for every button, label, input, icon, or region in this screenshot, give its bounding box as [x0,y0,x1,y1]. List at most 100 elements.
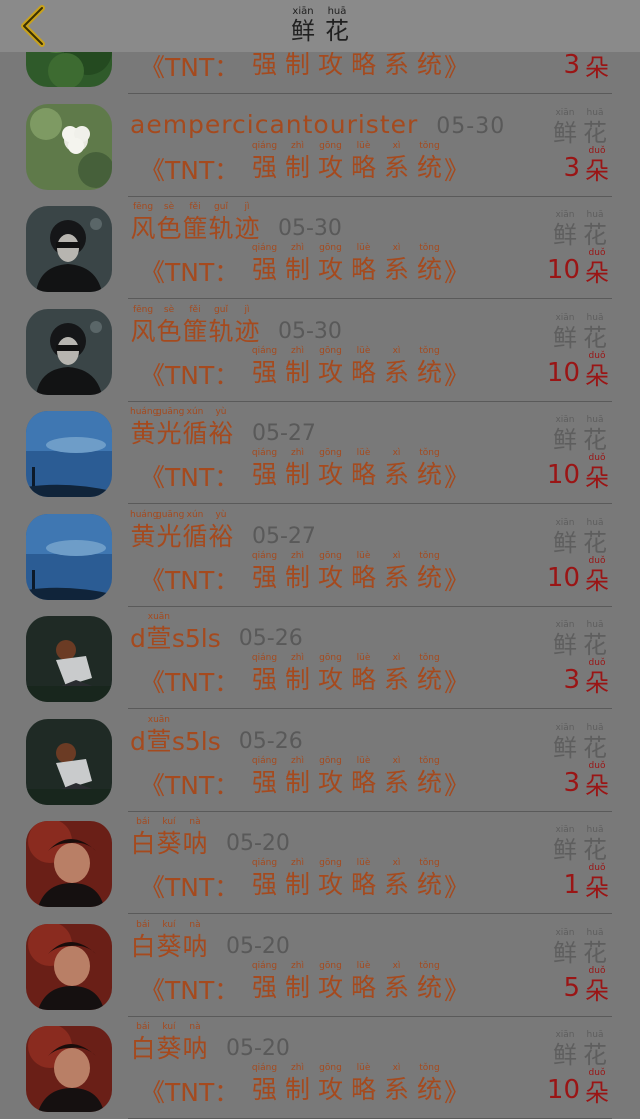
gift-record-row[interactable]: bái 白 kuí 葵 nà 呐 05-20 《TNT： qiáng 强 zhì 制 gōng 攻 lüè 略… [0,1016,640,1119]
gift-type-char: 花 [583,426,607,454]
book-title-pinyin: xì [392,448,401,458]
title-char: 鲜 [291,17,315,45]
gift-quantity-number: 3 [563,665,580,695]
book-title-char: 系 [383,50,409,79]
gift-unit-char: 朵 [585,566,609,595]
book-title-char: 系 [383,357,409,387]
book-title-char: 略 [350,870,376,899]
avatar-sitting-person-icon[interactable] [26,718,112,805]
book-title-pinyin: xì [392,755,401,766]
book-title-pinyin: zhì [291,448,304,458]
gift-type-pinyin: huā [586,927,604,938]
book-title-pinyin: qiáng [251,858,278,868]
sender-name-char: 迹 [234,214,260,243]
book-title-char: 攻 [317,1075,343,1104]
sender-name-pinyin: fēng [132,304,154,315]
gift-record-row[interactable]: fēng 风 sè 色 fěi 篚 guǐ 轨 jì 迹 05-30 《TNT： qiáng 强 zhì 制 g… [0,196,640,299]
sender-name-pinyin: guǐ [214,304,228,315]
gift-unit-char: 朵 [585,874,609,902]
avatar-person-masked-icon[interactable] [26,206,112,292]
header-bar: xiān huā 鲜 花 [0,0,640,52]
book-title-char: 攻 [317,255,343,284]
gift-unit-char: 朵 [585,976,609,1005]
sender-name-char: 葵 [156,1034,182,1063]
book-title-pinyin: xì [392,345,401,356]
sender-name-char: 迹 [234,316,260,346]
gift-record-row[interactable]: aempercicantourister 05-30 《TNT： qiáng 强 zhì 制… [0,94,640,197]
gift-quantity: 1 duǒ 朵 [563,863,610,902]
sender-name-char: 黄 [130,419,156,448]
sender-name-pinyin: nà [189,1022,201,1032]
gift-record-row[interactable]: huáng 黄 guāng 光 xún 循 yù 裕 05-27 《TNT： qiáng 强 zhì 制 g… [0,401,640,504]
book-title-char: 制 [284,972,310,1002]
avatar-red-portrait-icon[interactable] [26,821,112,907]
book-title-pinyin: tǒng [419,550,440,561]
book-title-pinyin: lüè [356,858,371,868]
book-title-pinyin: zhì [291,140,304,151]
book-title-pinyin: lüè [356,140,371,151]
gift-quantity: 10 duǒ 朵 [547,556,610,595]
book-title-char: 攻 [317,767,343,797]
sender-name-char: 萱 [146,624,172,653]
avatar-blue-sky-icon[interactable] [26,411,112,497]
book-title-pinyin: zhì [291,653,304,663]
book-title-pinyin: qiáng [251,345,278,356]
gift-record-row[interactable]: fēng 风 sè 色 fěi 篚 guǐ 轨 jì 迹 05-30 《TNT： qiáng 强 zhì 制 g… [0,299,640,402]
gift-type-label: xiānhuā 鲜花 [550,313,610,353]
gift-record-row[interactable]: bái 白 kuí 葵 nà 呐 05-20 《TNT： qiáng 强 zhì 制 gōng 攻 lüè 略… [0,811,640,914]
sender-name-pinyin: bái [136,817,150,827]
gift-type-char: 花 [583,323,607,352]
sender-name-pinyin: fěi [189,304,201,315]
send-date: 05-27 [252,523,316,549]
book-title-char: 攻 [317,50,343,79]
avatar-red-portrait-icon[interactable] [26,1026,112,1112]
gift-type-char: 花 [583,938,607,967]
book-title-prefix: 《TNT： [140,770,240,800]
gift-type-char: 鲜 [553,1041,577,1069]
avatar-person-masked-icon[interactable] [26,308,112,395]
gift-record-row[interactable]: d xuān 萱 s5ls 05-26 《TNT： qiáng 强 zhì 制 gōng 攻 lüè 略 x… [0,606,640,709]
gift-type-char: 花 [583,1041,607,1069]
gift-quantity-number: 10 [546,562,580,593]
gift-type-pinyin: xiān [555,107,575,118]
book-title-char: 略 [350,50,376,79]
sender-name-char: 循 [182,419,208,448]
gift-record-row[interactable]: d xuān 萱 s5ls 05-26 《TNT： qiáng 强 zhì 制 gōng 攻 lüè 略 x… [0,709,640,812]
book-title-char: 制 [284,460,310,489]
sender-name-char: 葵 [156,931,182,961]
avatar-sitting-person-icon[interactable] [26,616,112,702]
avatar-red-portrait-icon[interactable] [26,923,112,1010]
book-title-char: 略 [350,255,376,284]
title-char: 花 [325,17,349,45]
gift-type-pinyin: huā [586,210,604,220]
sender-name: bái 白 kuí 葵 nà 呐 05-20 [130,817,289,863]
book-title-pinyin: gōng [319,140,342,151]
book-title-pinyin: qiáng [251,960,278,971]
gift-type-pinyin: huā [586,312,604,323]
gift-type-char: 花 [583,733,607,762]
book-title-pinyin: tǒng [419,1063,440,1073]
book-title-char: 系 [383,665,409,694]
book-title-pinyin: zhì [291,755,304,766]
avatar-blue-sky-icon[interactable] [26,513,112,600]
book-title-pinyin: xì [392,550,401,561]
book-title-pinyin: zhì [291,1063,304,1073]
book-title-char: 系 [383,1075,409,1104]
gift-record-row[interactable]: bái 白 kuí 葵 nà 呐 05-20 《TNT： qiáng 强 zhì 制 gōng 攻 lüè 略… [0,914,640,1017]
book-title-char: 略 [350,665,376,694]
gift-record-row[interactable]: huáng 黄 guāng 光 xún 循 yù 裕 05-27 《TNT： qiáng 强 zhì 制 g… [0,504,640,607]
sender-name-char: 白 [130,1034,156,1063]
send-date: 05-30 [278,318,342,344]
book-title-char: 强 [251,357,277,387]
book-title-char: 统 [416,460,442,489]
sender-name-pinyin: jì [244,202,250,212]
avatar-white-flower-icon[interactable] [26,103,112,190]
book-title-char: 制 [284,1075,310,1104]
book-title-suffix: 》 [444,668,470,697]
book-title-pinyin: tǒng [419,448,440,458]
book-title-char: 制 [284,562,310,592]
book-title-pinyin: xì [392,1063,401,1073]
send-date: 05-20 [226,933,290,959]
book-title-prefix: 《TNT： [140,565,240,595]
sender-name-pinyin: kuí [162,1022,176,1032]
